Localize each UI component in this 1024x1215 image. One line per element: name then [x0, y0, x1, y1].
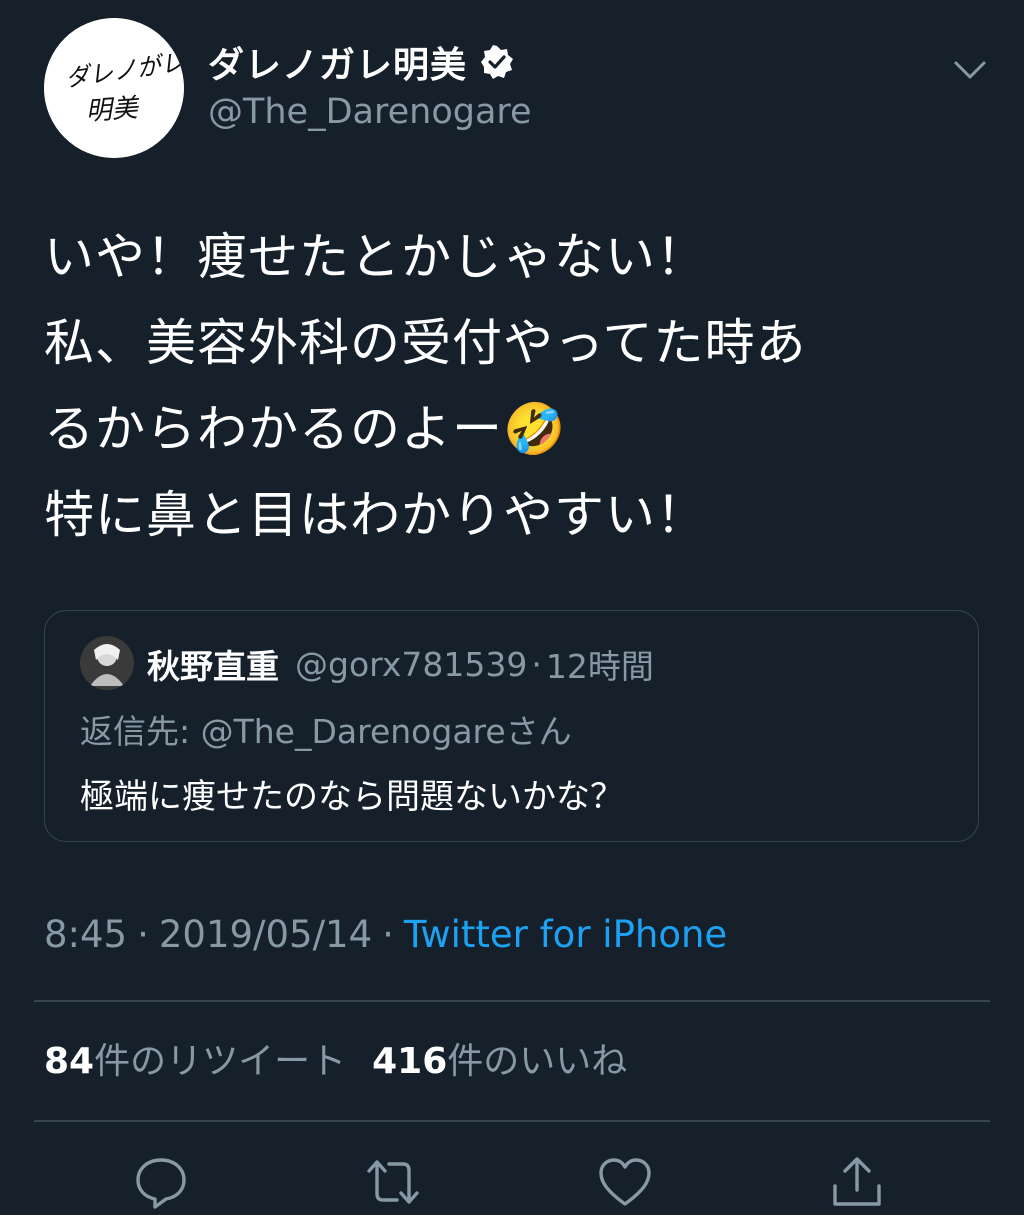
quoted-timestamp: 12時間 — [545, 647, 654, 686]
tweet-source-link[interactable]: Twitter for iPhone — [404, 913, 727, 956]
quoted-reply-to: 返信先: @The_Darenogareさん — [80, 712, 572, 751]
heart-icon[interactable] — [597, 1154, 653, 1210]
quoted-author-name: 秋野直重 — [147, 647, 279, 686]
tweet-text-line: るからわかるのよー🤣 — [44, 400, 567, 458]
divider — [34, 1000, 990, 1002]
chevron-down-icon[interactable] — [950, 50, 990, 90]
tweet-meta: 8:45 · 2019/05/14 · Twitter for iPhone — [44, 910, 727, 960]
retweet-count-label: 件のリツイート — [94, 1041, 347, 1082]
retweet-icon[interactable] — [365, 1154, 421, 1210]
avatar-logo-line-2: 明美 — [85, 93, 142, 127]
verified-badge-icon — [479, 44, 515, 80]
quoted-author-handle: @gorx781539 — [295, 644, 528, 684]
tweet-text: いや！痩せたとかじゃない！ 私、美容外科の受付やってた時あ るからわかるのよー🤣… — [44, 214, 984, 558]
quoted-tweet-text: 極端に痩せたのなら問題ないかな？ — [80, 777, 624, 817]
reply-icon[interactable] — [133, 1154, 189, 1210]
author-display-name[interactable]: ダレノガレ明美 — [208, 36, 467, 88]
tweet-text-line: 私、美容外科の受付やってた時あ — [44, 314, 807, 372]
retweet-count[interactable]: 84件のリツイート — [44, 1034, 346, 1090]
quoted-separator: · — [531, 644, 542, 684]
quoted-tweet-card[interactable]: 秋野直重 @gorx781539 · 12時間 返信先: @The_Dareno… — [44, 610, 979, 842]
tweet-text-line: いや！痩せたとかじゃない！ — [44, 228, 707, 286]
author-handle[interactable]: @The_Darenogare — [208, 88, 532, 136]
like-count[interactable]: 416件のいいね — [372, 1034, 627, 1090]
avatar-handwritten-logo: ダレノがレ 明美 — [44, 18, 184, 158]
quoted-author-avatar — [80, 636, 134, 690]
meta-separator: · — [382, 913, 394, 956]
meta-separator: · — [137, 913, 149, 956]
tweet-time: 8:45 — [44, 913, 128, 956]
engagement-counts: 84件のリツイート 416件のいいね — [44, 1034, 627, 1090]
like-count-number: 416 — [372, 1041, 448, 1082]
share-icon[interactable] — [829, 1154, 885, 1210]
tweet-detail-page: ダレノがレ 明美 ダレノガレ明美 @The_Darenogare いや！痩せたと… — [0, 0, 1024, 1215]
author-avatar[interactable]: ダレノがレ 明美 — [44, 18, 184, 158]
quoted-tweet-header: 秋野直重 @gorx781539 · 12時間 — [147, 641, 654, 687]
retweet-count-number: 84 — [44, 1041, 95, 1082]
author-name-row: ダレノガレ明美 — [208, 36, 515, 88]
divider — [34, 1120, 990, 1122]
tweet-date: 2019/05/14 — [158, 913, 373, 956]
tweet-text-line: 特に鼻と目はわかりやすい！ — [44, 486, 707, 544]
like-count-label: 件のいいね — [447, 1041, 628, 1082]
